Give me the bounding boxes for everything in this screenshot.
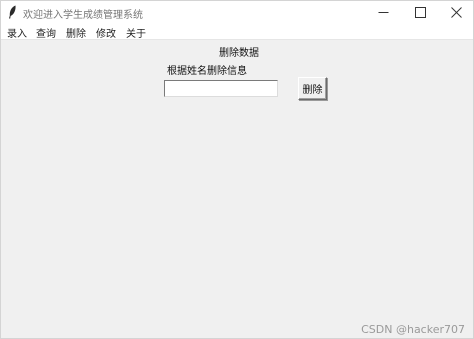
watermark: CSDN @hacker707 bbox=[361, 323, 465, 336]
window-title: 欢迎进入学生成绩管理系统 bbox=[23, 10, 143, 21]
menu-item-modify[interactable]: 修改 bbox=[96, 25, 116, 40]
menu-item-query[interactable]: 查询 bbox=[36, 25, 56, 40]
app-window: 欢迎进入学生成绩管理系统 录入 查询 删除 修改 关于 删除数据 根据姓名删除信… bbox=[0, 0, 474, 339]
maximize-button[interactable] bbox=[401, 1, 439, 23]
menu-item-delete[interactable]: 删除 bbox=[66, 25, 86, 40]
page-title: 删除数据 bbox=[219, 48, 259, 59]
close-button[interactable] bbox=[437, 1, 474, 23]
menu-bar: 录入 查询 删除 修改 关于 bbox=[1, 23, 473, 40]
content-area: 删除数据 根据姓名删除信息 删除 CSDN @hacker707 bbox=[1, 40, 473, 338]
close-icon bbox=[450, 6, 462, 18]
menu-item-about[interactable]: 关于 bbox=[126, 25, 146, 40]
name-input[interactable] bbox=[164, 80, 278, 97]
menu-item-entry[interactable]: 录入 bbox=[7, 25, 27, 40]
minimize-icon bbox=[378, 11, 388, 13]
minimize-button[interactable] bbox=[364, 1, 402, 23]
feather-icon bbox=[9, 5, 16, 19]
title-bar: 欢迎进入学生成绩管理系统 bbox=[1, 1, 473, 23]
name-field-label: 根据姓名删除信息 bbox=[167, 66, 247, 77]
maximize-icon bbox=[414, 6, 426, 18]
delete-button[interactable]: 删除 bbox=[298, 77, 327, 100]
